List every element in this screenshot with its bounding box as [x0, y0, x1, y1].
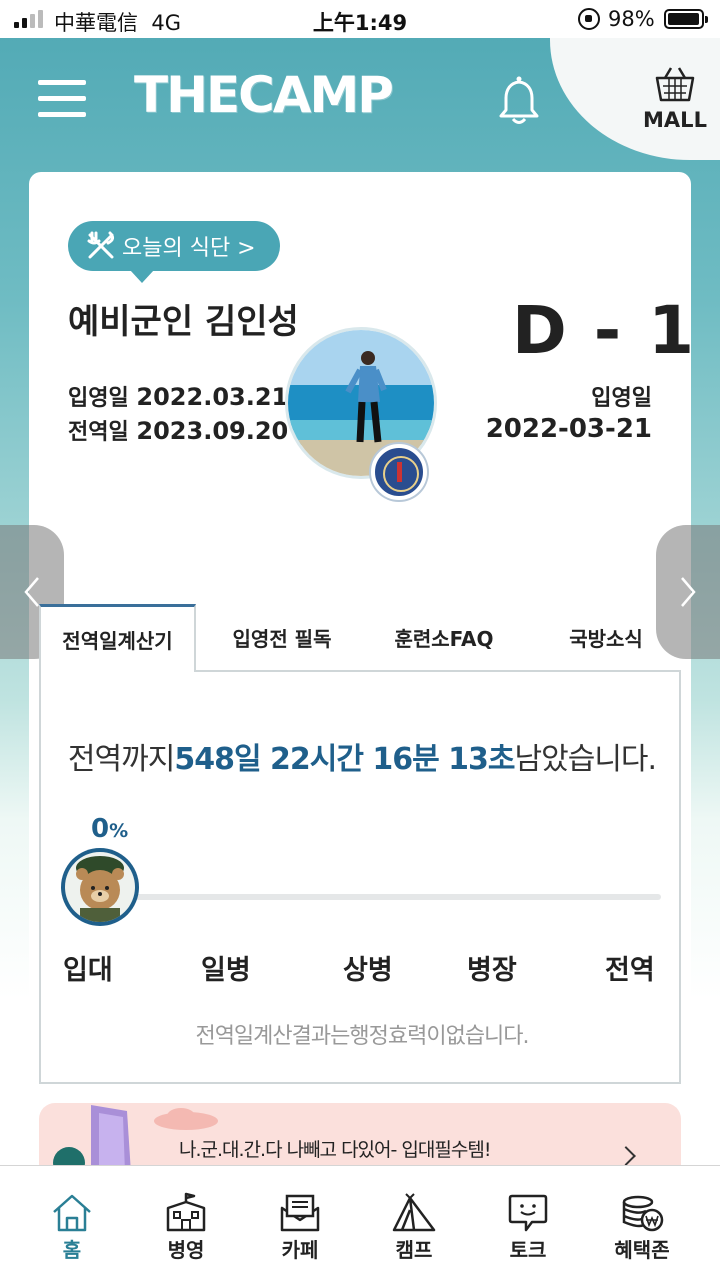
- cloud-icon: [154, 1108, 218, 1130]
- nav-talk[interactable]: 토크: [478, 1192, 578, 1263]
- nav-camp[interactable]: 캠프: [364, 1192, 464, 1263]
- progress-track: [101, 894, 661, 900]
- nav-camp-label: 캠프: [395, 1238, 433, 1262]
- status-bar: 中華電信 4G 上午1:49 98%: [0, 0, 720, 38]
- right-enlist-date: 2022-03-21: [485, 414, 652, 444]
- app-header: THECAMP MALL: [0, 38, 720, 162]
- utensils-icon: [87, 231, 115, 259]
- todays-meal-label: 오늘의 식단 >: [122, 236, 256, 261]
- info-tabs: 전역일계산기 입영전 필독 훈련소FAQ 국방소식: [39, 604, 681, 672]
- rank-private: 일병: [201, 955, 251, 986]
- dday-counter: D - 1: [512, 292, 697, 369]
- bottom-nav: 홈 병영 카페 캠프 토크 혜택존: [0, 1165, 720, 1280]
- remaining-time: 548일 22시간 16분 13초: [174, 742, 515, 777]
- todays-meal-button[interactable]: 오늘의 식단 >: [68, 221, 280, 283]
- mall-button[interactable]: MALL: [640, 66, 710, 132]
- nav-benefit[interactable]: 혜택존: [592, 1192, 692, 1263]
- user-name: 예비군인 김인성: [68, 302, 299, 342]
- bear-soldier-icon: [61, 848, 139, 926]
- app-logo: THECAMP: [134, 66, 394, 124]
- chevron-right-icon: [616, 1146, 636, 1166]
- nav-talk-label: 토크: [509, 1238, 547, 1262]
- rank-sergeant: 병장: [467, 955, 517, 986]
- cafe-icon: [280, 1194, 320, 1232]
- bell-icon[interactable]: [498, 76, 540, 126]
- tab-defense-news[interactable]: 국방소식: [531, 604, 681, 670]
- discharge-date-line: 전역일 2023.09.20: [68, 417, 289, 445]
- basket-icon: [655, 67, 695, 102]
- enlist-date: 2022.03.21: [136, 383, 289, 411]
- nav-barracks-label: 병영: [167, 1238, 205, 1262]
- promo-banner[interactable]: 나.군.대.간.다 나빼고 다있어- 입대필수템!: [39, 1103, 681, 1173]
- barracks-icon: [166, 1192, 206, 1232]
- tab-training-faq[interactable]: 훈련소FAQ: [369, 604, 519, 670]
- rank-enlist: 입대: [63, 955, 113, 986]
- menu-icon[interactable]: [38, 78, 88, 118]
- progress-percent: 0%: [91, 814, 129, 844]
- rotation-lock-icon: [578, 8, 600, 30]
- disclaimer-text: 전역일계산결과는행정효력이없습니다.: [195, 1024, 529, 1049]
- nav-benefit-label: 혜택존: [614, 1238, 670, 1262]
- banner-text: 나.군.대.간.다 나빼고 다있어- 입대필수템!: [179, 1139, 491, 1161]
- nav-home-label: 홈: [62, 1238, 82, 1262]
- tab-discharge-calculator[interactable]: 전역일계산기: [39, 604, 196, 672]
- talk-icon: [508, 1194, 548, 1232]
- banner-illustration: [53, 1105, 131, 1173]
- nav-cafe[interactable]: 카페: [250, 1192, 350, 1263]
- unit-badge-icon: [371, 444, 427, 500]
- mall-label: MALL: [643, 108, 707, 132]
- home-icon: [53, 1194, 91, 1232]
- tab-pre-enlistment[interactable]: 입영전 필독: [207, 604, 357, 670]
- chevron-right-icon: [681, 577, 696, 607]
- benefit-icon: [622, 1195, 664, 1232]
- right-enlist-label: 입영일: [591, 386, 652, 411]
- nav-barracks[interactable]: 병영: [136, 1192, 236, 1263]
- nav-cafe-label: 카페: [281, 1238, 319, 1262]
- calculator-panel: 전역까지548일 22시간 16분 13초남았습니다. 0% 입대 일병 상병 …: [39, 670, 681, 1084]
- countdown-text: 전역까지548일 22시간 16분 13초남았습니다.: [67, 742, 657, 777]
- rank-corporal: 상병: [343, 955, 393, 986]
- battery-icon: [664, 9, 708, 29]
- rank-labels: 입대 일병 상병 병장 전역: [41, 948, 683, 988]
- nav-home[interactable]: 홈: [22, 1192, 122, 1263]
- camp-icon: [392, 1193, 436, 1232]
- enlist-date-line: 입영일 2022.03.21: [68, 383, 289, 411]
- rank-discharge: 전역: [605, 955, 655, 986]
- battery-percent: 98%: [608, 7, 655, 31]
- discharge-date: 2023.09.20: [136, 417, 289, 445]
